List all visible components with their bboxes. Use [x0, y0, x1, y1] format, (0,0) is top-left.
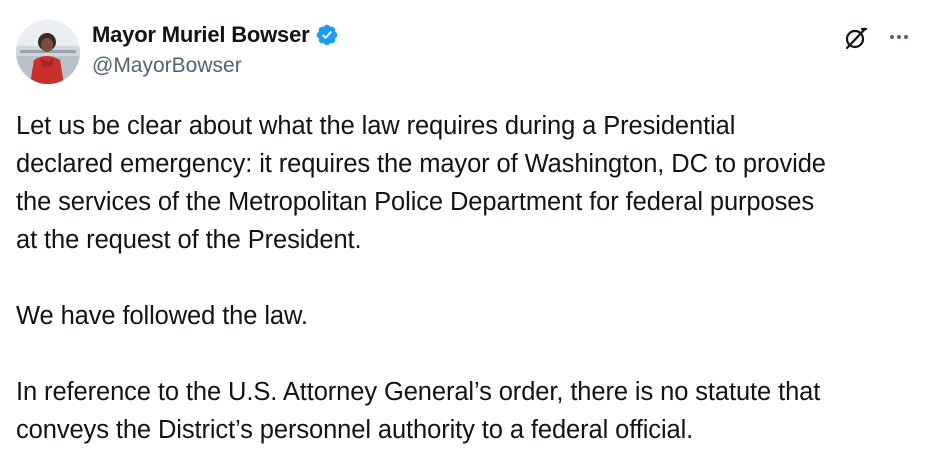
text-line: conveys the District’s personnel authori… [16, 416, 694, 444]
text-line: at the request of the President. [16, 226, 362, 254]
text-line: the services of the Metropolitan Police … [16, 188, 814, 216]
text-line: In reference to the U.S. Attorney Genera… [16, 378, 821, 406]
tweet-header: Mayor Muriel Bowser @MayorBowser [16, 18, 914, 86]
more-dot [890, 35, 894, 39]
more-dot [897, 35, 901, 39]
text-line: Let us be clear about what the law requi… [16, 112, 736, 140]
verified-badge-icon [315, 23, 339, 47]
tweet-paragraph-1: Let us be clear about what the law requi… [16, 107, 916, 259]
text-line: declared emergency: it requires the mayo… [16, 150, 826, 178]
tweet-paragraph-3: In reference to the U.S. Attorney Genera… [16, 373, 916, 449]
more-dot [904, 35, 908, 39]
author-display-name[interactable]: Mayor Muriel Bowser [92, 22, 310, 48]
name-row: Mayor Muriel Bowser [92, 20, 339, 50]
tweet-text: Let us be clear about what the law requi… [16, 107, 916, 449]
grok-icon[interactable] [842, 24, 870, 52]
avatar[interactable] [16, 20, 80, 84]
author-identity: Mayor Muriel Bowser @MayorBowser [92, 20, 339, 78]
more-options-icon[interactable] [884, 22, 914, 52]
author-handle[interactable]: @MayorBowser [92, 54, 339, 78]
tweet-paragraph-2: We have followed the law. [16, 302, 308, 330]
avatar-image [16, 20, 80, 84]
tweet-card: Mayor Muriel Bowser @MayorBowser Let us … [0, 0, 930, 458]
